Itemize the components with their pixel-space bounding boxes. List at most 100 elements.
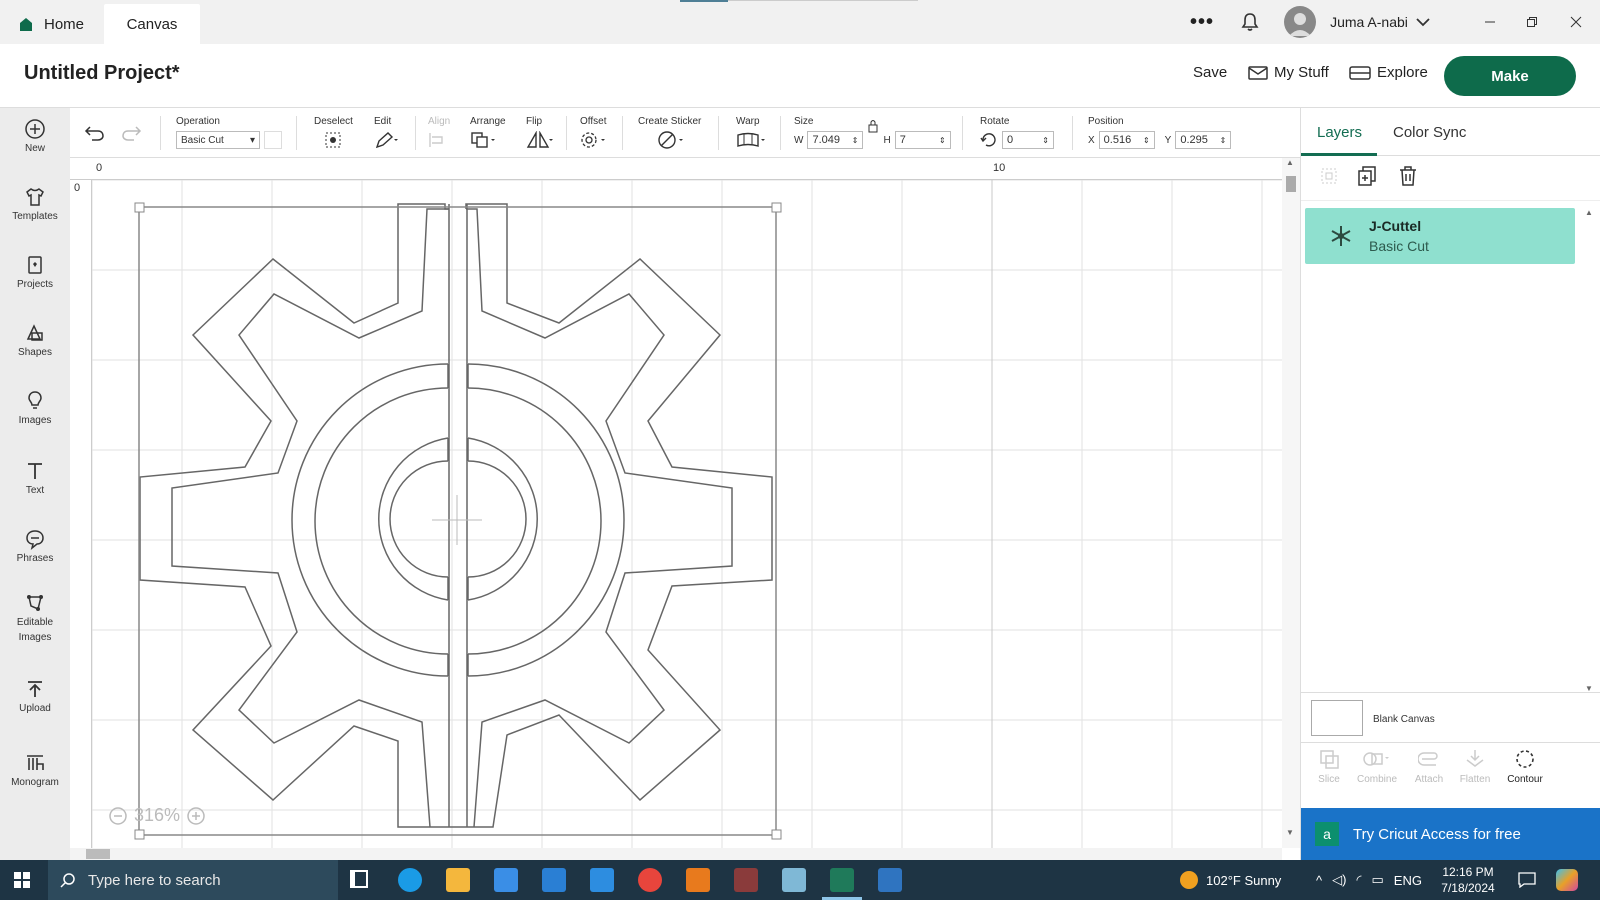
trash-icon[interactable] [1397, 165, 1419, 187]
blank-canvas-swatch[interactable] [1311, 700, 1363, 736]
x-value: 0.516 [1103, 134, 1132, 146]
tab-home[interactable]: Home [18, 4, 100, 44]
y-input[interactable]: 0.295 ⇕ [1175, 131, 1232, 149]
network-icon[interactable]: ◜ [1356, 872, 1361, 888]
weather-widget[interactable]: 102°F Sunny [1180, 860, 1281, 900]
sidebar-item-shapes[interactable]: Shapes [0, 322, 70, 358]
close-button[interactable] [1552, 0, 1600, 44]
sidebar-item-upload[interactable]: Upload [0, 678, 70, 714]
clock[interactable]: 12:16 PM 7/18/2024 [1436, 864, 1500, 896]
operation-label: Operation [176, 116, 220, 127]
x-input[interactable]: 0.516 ⇕ [1098, 131, 1155, 149]
volume-icon[interactable]: ◁) [1332, 872, 1346, 888]
scrollbar-thumb[interactable] [1286, 176, 1296, 192]
battery-icon[interactable]: ▭ [1371, 872, 1383, 888]
height-input[interactable]: 7 ⇕ [894, 131, 951, 149]
flatten-button[interactable]: Flatten [1447, 748, 1503, 785]
layer-item[interactable]: J-Cuttel Basic Cut [1305, 208, 1575, 264]
scrollbar-thumb[interactable] [86, 849, 110, 859]
copilot-icon[interactable] [1556, 869, 1578, 891]
try-access-banner[interactable]: a Try Cricut Access for free [1301, 808, 1600, 860]
lock-icon[interactable] [867, 119, 879, 147]
mail-app-icon[interactable] [542, 868, 566, 892]
notifications-center-icon[interactable] [1518, 872, 1536, 888]
more-options-button[interactable]: ••• [1186, 0, 1218, 44]
contour-button[interactable]: Contour [1497, 748, 1553, 785]
chevron-up-icon[interactable]: ^ [1316, 873, 1322, 888]
taskbar-search[interactable]: Type here to search [48, 860, 338, 900]
design-canvas[interactable] [92, 180, 1282, 848]
windows-start-icon[interactable] [14, 872, 30, 888]
scroll-up-arrow[interactable]: ▲ [1585, 208, 1593, 217]
sidebar-item-phrases[interactable]: Phrases [0, 528, 70, 564]
sidebar-item-images[interactable]: Images [0, 390, 70, 426]
sidebar-item-monogram[interactable]: Monogram [0, 752, 70, 788]
cricut-app-icon[interactable] [830, 868, 854, 892]
minimize-button[interactable] [1466, 0, 1514, 44]
flip-button[interactable]: Flip [526, 116, 554, 150]
explore-button[interactable]: Explore [1349, 64, 1428, 81]
sidebar-item-editable-images[interactable]: Editable Images [0, 592, 70, 643]
editable-images-icon [27, 595, 43, 611]
operation-select[interactable]: Basic Cut ▾ [176, 131, 260, 149]
sidebar-item-text[interactable]: Text [0, 460, 70, 496]
notifications-button[interactable] [1236, 0, 1264, 44]
sidebar-item-projects[interactable]: Projects [0, 254, 70, 290]
tab-color-sync[interactable]: Color Sync [1393, 124, 1466, 141]
group-icon[interactable] [1319, 166, 1339, 186]
warp-button[interactable]: Warp [736, 116, 768, 150]
sidebar-item-templates[interactable]: Templates [0, 186, 70, 222]
scroll-down-arrow[interactable]: ▼ [1286, 828, 1294, 837]
redo-button[interactable] [120, 124, 142, 147]
sidebar-item-new[interactable]: New [0, 118, 70, 154]
edge-icon[interactable] [398, 868, 422, 892]
filezilla-icon[interactable] [686, 868, 710, 892]
sidebar-item-label: Phrases [16, 553, 54, 564]
file-explorer-icon[interactable] [446, 868, 470, 892]
canvas-scrollbar-vertical[interactable]: ▲ ▼ [1282, 158, 1300, 848]
my-stuff-button[interactable]: My Stuff [1248, 64, 1329, 81]
save-button[interactable]: Save [1193, 64, 1227, 81]
user-menu[interactable]: Juma A-nabi [1282, 0, 1434, 44]
app-window: Home Canvas ••• Juma A-nabi Untitled Pro… [0, 0, 1600, 900]
align-button[interactable]: Align [428, 116, 452, 150]
scroll-up-arrow[interactable]: ▲ [1286, 158, 1294, 167]
language-indicator[interactable]: ENG [1394, 873, 1422, 888]
notes-icon[interactable] [782, 868, 806, 892]
create-sticker-button[interactable]: Create Sticker [638, 116, 701, 150]
duplicate-icon[interactable] [1357, 165, 1379, 187]
offset-button[interactable]: Offset [580, 116, 608, 150]
gear-design[interactable] [92, 180, 1282, 848]
arrange-button[interactable]: Arrange [470, 116, 506, 150]
make-button[interactable]: Make [1444, 56, 1576, 96]
undo-button[interactable] [84, 124, 106, 147]
operation-group: Operation Basic Cut ▾ [176, 116, 282, 150]
tab-canvas[interactable]: Canvas [104, 4, 200, 44]
size-group: Size W 7.049 ⇕ H 7 ⇕ [794, 116, 951, 150]
panel-scrollbar[interactable]: ▲ ▼ [1583, 208, 1595, 698]
zoom-out-icon[interactable] [108, 806, 128, 826]
app-icon[interactable] [734, 868, 758, 892]
photos-icon[interactable] [878, 868, 902, 892]
operation-color-swatch[interactable] [264, 131, 282, 149]
store-icon[interactable] [494, 868, 518, 892]
canvas-scrollbar-horizontal[interactable] [70, 848, 1282, 860]
text-icon [28, 463, 42, 479]
edit-button[interactable]: Edit [374, 116, 398, 150]
tab-layers[interactable]: Layers [1317, 124, 1362, 141]
task-view-icon[interactable] [350, 870, 368, 888]
width-input[interactable]: 7.049 ⇕ [807, 131, 864, 149]
rotate-input[interactable]: 0 ⇕ [1002, 131, 1054, 149]
y-label: Y [1164, 134, 1172, 146]
project-title[interactable]: Untitled Project* [24, 62, 180, 85]
deselect-button[interactable]: Deselect [314, 116, 353, 150]
restore-button[interactable] [1508, 0, 1556, 44]
shirt-icon [26, 188, 44, 206]
y-value: 0.295 [1180, 134, 1208, 146]
create-sticker-label: Create Sticker [638, 116, 702, 127]
zoom-in-icon[interactable] [186, 806, 206, 826]
chrome-icon[interactable] [638, 868, 662, 892]
edit-label: Edit [374, 116, 392, 127]
combine-button[interactable]: Combine [1349, 748, 1405, 785]
vscode-icon[interactable] [590, 868, 614, 892]
